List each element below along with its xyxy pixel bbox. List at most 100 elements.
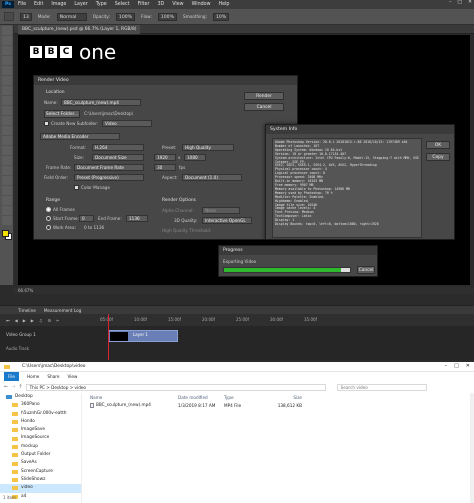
menu-3d[interactable]: 3D <box>157 2 164 7</box>
menu-help[interactable]: Help <box>219 2 230 7</box>
ribbon-home-tab[interactable]: Home <box>27 374 39 379</box>
frame-rate-select[interactable]: Document Frame Rate <box>74 164 144 171</box>
copy-button[interactable]: Copy <box>426 153 450 161</box>
audio-track-label[interactable]: Audio Track <box>6 346 29 351</box>
fps-input[interactable]: 30 <box>154 164 176 171</box>
zoom-tool-icon[interactable] <box>2 216 12 225</box>
width-input[interactable]: 1920 <box>154 154 176 161</box>
start-frame-radio[interactable] <box>46 216 51 221</box>
flow-field[interactable]: 100% <box>157 12 177 21</box>
menu-image[interactable]: Image <box>51 2 66 7</box>
height-input[interactable]: 1080 <box>184 154 206 161</box>
nav-item-desktop[interactable]: Desktop <box>0 393 81 401</box>
nav-item-imagesource[interactable]: ImageSource <box>0 434 81 442</box>
encoder-select[interactable]: Adobe Media Encoder <box>40 133 120 140</box>
vertical-scrollbar[interactable] <box>470 393 474 503</box>
blur-tool-icon[interactable] <box>2 146 12 155</box>
marquee-tool-icon[interactable] <box>2 36 12 45</box>
minimize-icon[interactable]: – <box>449 0 451 5</box>
up-arrow-icon[interactable]: ↑ <box>18 384 22 390</box>
file-row[interactable]: BBC_sculpture_(new).mp4 1/3/2019 8:17 AM… <box>86 401 474 409</box>
create-subfolder-checkbox[interactable] <box>44 121 49 126</box>
shape-tool-icon[interactable] <box>2 196 12 205</box>
column-date-modified[interactable]: Date modified <box>178 395 224 400</box>
maximize-icon[interactable]: □ <box>457 0 462 5</box>
name-input[interactable]: BBC_sculpture_(new).mp4 <box>61 99 141 106</box>
column-type[interactable]: Type <box>224 395 264 400</box>
nav-item-imagesave[interactable]: ImageSave <box>0 426 81 434</box>
move-tool-icon[interactable] <box>2 26 12 35</box>
foreground-color-swatch[interactable] <box>2 230 9 237</box>
end-frame-input[interactable]: 1136 <box>126 215 148 222</box>
close-icon[interactable]: ✕ <box>466 363 470 369</box>
alpha-select[interactable]: None <box>202 207 240 214</box>
hand-tool-icon[interactable] <box>2 206 12 215</box>
stamp-tool-icon[interactable] <box>2 106 12 115</box>
aspect-select[interactable]: Document (1.0) <box>182 174 242 181</box>
eraser-tool-icon[interactable] <box>2 126 12 135</box>
column-name[interactable]: Name <box>86 395 178 400</box>
history-brush-tool-icon[interactable] <box>2 116 12 125</box>
nav-item-screencapture[interactable]: ScreenCapture <box>0 468 81 476</box>
ribbon-share-tab[interactable]: Share <box>47 374 59 379</box>
nav-item-360pano[interactable]: 360Pano <box>0 401 81 409</box>
next-frame-icon[interactable]: ▶ <box>31 318 34 323</box>
tab-timeline[interactable]: Timeline <box>18 308 36 313</box>
preset-select[interactable]: High Quality <box>182 144 234 151</box>
path-select-tool-icon[interactable] <box>2 186 12 195</box>
size-select[interactable]: Document Size <box>92 154 144 161</box>
back-arrow-icon[interactable]: ← <box>4 384 8 390</box>
dodge-tool-icon[interactable] <box>2 156 12 165</box>
menu-filter[interactable]: Filter <box>138 2 150 7</box>
nav-item-slideshowz[interactable]: SlideShowz <box>0 476 81 484</box>
nav-item-video[interactable]: video <box>0 484 81 493</box>
audio-icon[interactable]: ♫ <box>39 318 43 323</box>
cancel-button[interactable]: Cancel <box>244 103 284 111</box>
brush-size[interactable]: 13 <box>20 12 32 21</box>
ribbon-view-tab[interactable]: View <box>67 374 77 379</box>
all-frames-radio[interactable] <box>46 207 51 212</box>
mode-select[interactable]: Normal <box>56 12 87 21</box>
field-order-select[interactable]: Preset (Progressive) <box>74 174 144 181</box>
menu-edit[interactable]: Edit <box>34 2 43 7</box>
healing-tool-icon[interactable] <box>2 86 12 95</box>
opacity-field[interactable]: 100% <box>115 12 136 21</box>
tab-measurement-log[interactable]: Measurement Log <box>44 308 82 313</box>
work-area-radio[interactable] <box>46 225 51 230</box>
search-input[interactable]: Search video <box>336 383 427 391</box>
address-bar[interactable]: This PC > Desktop > video <box>25 383 326 391</box>
menu-type[interactable]: Type <box>96 2 107 7</box>
subfolder-input[interactable]: Video <box>102 120 152 127</box>
nav-item-hondo[interactable]: Hondo <box>0 418 81 426</box>
prev-frame-icon[interactable]: ◀ <box>15 318 18 323</box>
format-select[interactable]: H.264 <box>92 144 144 151</box>
minimize-icon[interactable]: – <box>445 363 448 369</box>
playhead[interactable] <box>108 314 109 360</box>
forward-arrow-icon[interactable]: → <box>11 384 15 390</box>
menu-view[interactable]: View <box>172 2 183 7</box>
brush-tool-icon[interactable] <box>2 96 12 105</box>
gradient-tool-icon[interactable] <box>2 136 12 145</box>
menu-file[interactable]: File <box>18 2 26 7</box>
settings-icon[interactable]: ⚙ <box>47 318 51 323</box>
lasso-tool-icon[interactable] <box>2 46 12 55</box>
start-frame-input[interactable]: 0 <box>79 215 94 222</box>
ok-button[interactable]: OK <box>426 141 450 149</box>
maximize-icon[interactable]: □ <box>454 363 459 369</box>
nav-item-output-folder[interactable]: Output Folder <box>0 451 81 459</box>
menu-layer[interactable]: Layer <box>74 2 87 7</box>
pen-tool-icon[interactable] <box>2 166 12 175</box>
render-button[interactable]: Render <box>244 92 284 100</box>
quick-select-tool-icon[interactable] <box>2 56 12 65</box>
select-folder-button[interactable]: Select Folder... <box>44 110 80 118</box>
crop-tool-icon[interactable] <box>2 66 12 75</box>
video-clip[interactable]: Layer 1 <box>108 330 178 342</box>
nav-item-saveas[interactable]: SaveAs <box>0 459 81 467</box>
document-tab[interactable]: BBC_sculpture_(new).psd @ 66.7% (Layer 1… <box>18 25 141 34</box>
color-swatches[interactable] <box>2 230 12 240</box>
split-icon[interactable]: ✂ <box>56 318 59 323</box>
menu-select[interactable]: Select <box>115 2 130 7</box>
quality-select[interactable]: Interactive OpenGL <box>202 217 252 224</box>
type-tool-icon[interactable] <box>2 176 12 185</box>
video-track-label[interactable]: Video Group 1 <box>6 332 36 337</box>
